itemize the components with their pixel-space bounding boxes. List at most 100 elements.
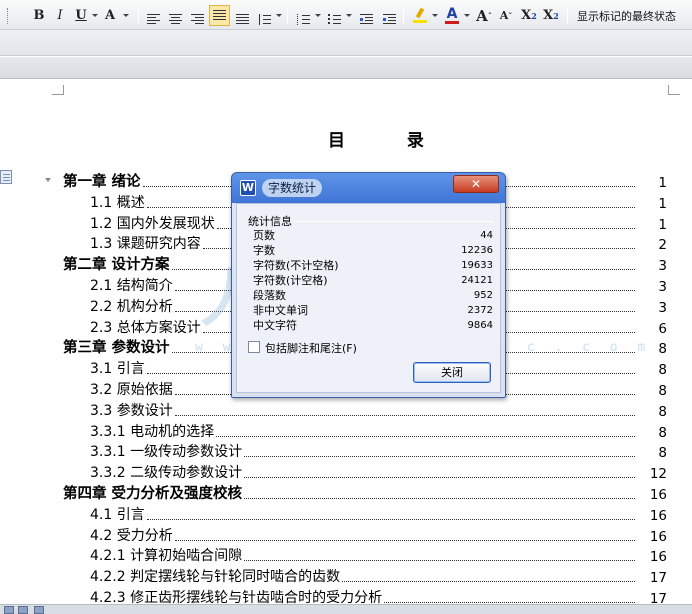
toc-entry[interactable]: 3.3.2 二级传动参数设计 12 <box>0 461 692 482</box>
highlight-button[interactable] <box>409 5 429 26</box>
toc-page-number: 16 <box>649 487 667 503</box>
toc-leader-dots <box>174 415 635 416</box>
toc-entry-text: 第二章 设计方案 <box>63 257 170 273</box>
show-markup-dropdown[interactable]: 显示标记的最终状态 <box>577 8 676 24</box>
toc-entry-text: 1.1 概述 <box>90 195 145 211</box>
toolbar-grip <box>4 5 12 26</box>
close-icon[interactable]: ✕ <box>453 175 499 193</box>
grow-font-button[interactable]: Aˆ <box>474 5 494 26</box>
underline-dropdown-icon[interactable] <box>92 14 98 17</box>
bullets-icon <box>327 14 341 25</box>
toc-entry-text: 4.1 引言 <box>90 507 145 523</box>
numbering-button[interactable] <box>294 5 312 26</box>
toolbar-row-2 <box>0 30 692 56</box>
toc-entry-text: 第一章 绪论 <box>63 174 141 190</box>
stat-row: 字符数(不计空格) 19633 <box>253 258 493 273</box>
numbering-dropdown-icon[interactable] <box>315 14 321 17</box>
toc-entry[interactable]: 4.2.2 判定摆线轮与针轮同时啮合的齿数 17 <box>0 565 692 586</box>
subscript-button[interactable]: X2 <box>541 5 561 26</box>
view-mode-icon[interactable] <box>34 606 44 614</box>
character-border-dropdown-icon[interactable] <box>123 14 129 17</box>
toc-leader-dots <box>146 519 635 520</box>
include-footnotes-checkbox[interactable] <box>248 341 260 353</box>
stat-label: 段落数 <box>253 289 286 302</box>
toolbar-separator <box>567 6 568 24</box>
toc-entry-text: 3.3.1 电动机的选择 <box>90 424 215 440</box>
distributed-align-button[interactable] <box>233 5 251 26</box>
include-footnotes-label[interactable]: 包括脚注和尾注(F) <box>265 340 357 356</box>
toc-entry-text: 2.3 总体方案设计 <box>90 320 201 336</box>
stat-row: 页数 44 <box>253 228 493 243</box>
align-left-button[interactable] <box>144 5 162 26</box>
toc-page-number: 8 <box>658 383 667 399</box>
superscript-button[interactable]: X2 <box>519 5 539 26</box>
close-button[interactable]: 关闭 <box>413 362 491 383</box>
stat-value: 12236 <box>461 245 493 256</box>
bold-button[interactable]: B <box>30 5 48 26</box>
stat-label: 字符数(计空格) <box>253 274 328 287</box>
toc-page-number: 8 <box>658 445 667 461</box>
toc-leader-dots <box>174 540 635 541</box>
toc-entry[interactable]: 3.3.1 电动机的选择 8 <box>0 420 692 441</box>
toc-page-number: 6 <box>658 321 667 337</box>
toc-page-number: 8 <box>658 341 667 357</box>
highlighter-icon <box>413 7 427 23</box>
page-corner-mark <box>668 85 680 95</box>
increase-indent-icon <box>382 14 396 25</box>
shrink-font-letter: A <box>499 9 509 22</box>
highlight-dropdown-icon[interactable] <box>432 14 438 17</box>
toc-page-number: 3 <box>658 279 667 295</box>
align-center-button[interactable] <box>166 5 184 26</box>
align-right-button[interactable] <box>188 5 206 26</box>
font-color-dropdown-icon[interactable] <box>464 14 470 17</box>
toolbar-separator <box>403 6 404 24</box>
stat-value: 24121 <box>461 275 493 286</box>
formatting-toolbar: B I U A A A ˆ A ˇ X 2 X 2 显示标记的最终状态 <box>0 0 692 30</box>
stat-value: 44 <box>480 230 493 241</box>
justify-button[interactable] <box>209 5 230 26</box>
toc-page-number: 16 <box>649 508 667 524</box>
character-border-button[interactable]: A <box>100 5 120 26</box>
superscript-letter: X <box>521 8 532 23</box>
font-color-swatch <box>445 21 459 24</box>
toc-entry[interactable]: 4.2.1 计算初始啮合间隙 16 <box>0 544 692 565</box>
grow-font-letter: A <box>476 6 488 25</box>
stat-label: 页数 <box>253 229 275 242</box>
toc-page-number: 1 <box>658 217 667 233</box>
decrease-indent-button[interactable] <box>357 5 375 26</box>
view-mode-icon[interactable] <box>4 606 14 614</box>
font-color-button[interactable]: A <box>443 5 461 26</box>
stat-row: 非中文单词 2372 <box>253 303 493 318</box>
dialog-titlebar[interactable]: W 字数统计 ✕ <box>232 173 505 203</box>
wps-writer-icon: W <box>240 180 256 196</box>
grow-arrow-icon: ˆ <box>487 10 492 21</box>
line-spacing-icon <box>258 14 271 25</box>
toc-entry[interactable]: 3.3 参数设计 8 <box>0 399 692 420</box>
line-spacing-button[interactable] <box>255 5 273 26</box>
toc-page-number: 3 <box>658 258 667 274</box>
toc-leader-dots <box>342 581 635 582</box>
justify-icon <box>213 10 226 21</box>
bullets-button[interactable] <box>325 5 343 26</box>
font-color-letter: A <box>446 6 458 22</box>
statistics-group: 统计信息 页数 44 字数 12236 字符数(不计空格) 19633 字符数(计空格) 24… <box>241 213 497 337</box>
toc-entry[interactable]: 第四章 受力分析及强度校核 16 <box>0 482 692 503</box>
toc-page-number: 16 <box>649 529 667 545</box>
decrease-indent-icon <box>359 14 373 25</box>
view-mode-icon[interactable] <box>18 606 28 614</box>
statistics-group-label: 统计信息 <box>246 213 294 229</box>
increase-indent-button[interactable] <box>380 5 398 26</box>
toc-page-number: 2 <box>658 237 667 253</box>
stat-row: 字符数(计空格) 24121 <box>253 273 493 288</box>
line-spacing-dropdown-icon[interactable] <box>276 14 282 17</box>
toc-entry[interactable]: 4.2 受力分析 16 <box>0 524 692 545</box>
group-divider <box>293 221 493 222</box>
bullets-dropdown-icon[interactable] <box>346 14 352 17</box>
toc-entry[interactable]: 4.1 引言 16 <box>0 503 692 524</box>
underline-button[interactable]: U <box>72 5 90 26</box>
shrink-font-button[interactable]: Aˇ <box>497 5 515 26</box>
stat-label: 字符数(不计空格) <box>253 259 339 272</box>
toc-entry[interactable]: 3.3.1 一级传动参数设计 8 <box>0 440 692 461</box>
italic-button[interactable]: I <box>51 5 69 26</box>
toc-entry-text: 第三章 参数设计 <box>63 340 170 356</box>
